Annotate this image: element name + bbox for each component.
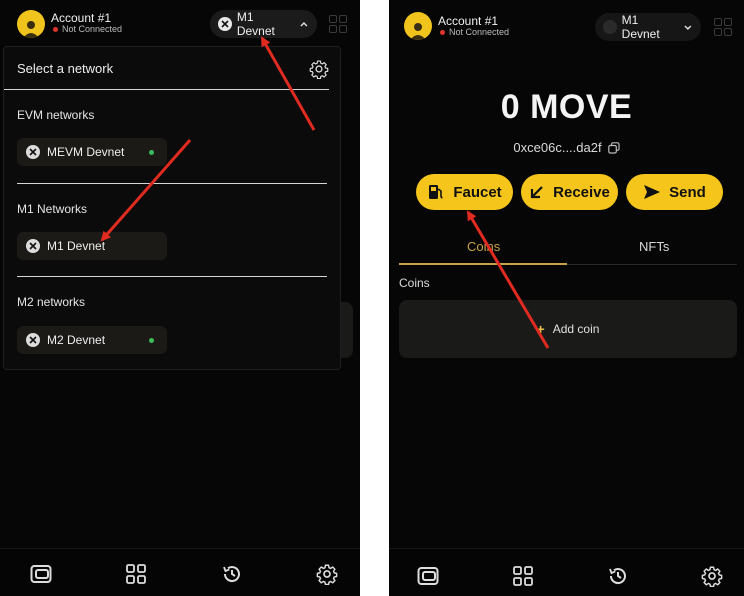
add-coin-label: Add coin — [552, 322, 600, 336]
coins-section-label: Coins — [399, 276, 430, 290]
network-dropdown: Select a network EVM networks MEVM Devne… — [3, 46, 341, 370]
network-item-mevm-devnet[interactable]: MEVM Devnet — [17, 138, 167, 166]
section-label-m1: M1 Networks — [17, 202, 88, 216]
online-status-dot — [149, 337, 154, 343]
copy-icon[interactable] — [607, 141, 620, 154]
tab-nfts[interactable]: NFTs — [639, 239, 669, 254]
arrow-down-left-icon — [531, 186, 543, 199]
section-label-m2: M2 networks — [17, 295, 86, 309]
dropdown-title: Select a network — [17, 61, 114, 76]
apps-grid-icon[interactable] — [329, 15, 347, 33]
section-divider — [17, 183, 327, 184]
wallet-icon[interactable] — [417, 565, 439, 587]
user-icon — [23, 21, 39, 38]
faucet-button[interactable]: Faucet — [416, 174, 513, 210]
settings-gear-icon[interactable] — [309, 59, 329, 79]
header: Account #1 Not Connected M1 Devnet — [0, 0, 360, 46]
fuel-pump-icon — [429, 185, 444, 199]
network-selector-label: M1 Devnet — [236, 10, 275, 38]
send-arrow-icon — [644, 185, 661, 199]
section-label-evm: EVM networks — [17, 108, 95, 122]
receive-label: Receive — [553, 183, 610, 201]
bottom-nav — [389, 548, 744, 596]
account-avatar[interactable] — [17, 10, 45, 38]
settings-gear-icon[interactable] — [316, 563, 338, 585]
apps-grid-icon[interactable] — [125, 563, 147, 585]
network-logo-icon — [26, 145, 40, 159]
history-icon[interactable] — [221, 563, 243, 585]
account-name: Account #1 — [51, 11, 112, 25]
receive-button[interactable]: Receive — [521, 174, 618, 210]
plus-icon: + — [536, 321, 545, 337]
tab-active-indicator — [399, 263, 567, 265]
send-label: Send — [669, 183, 706, 201]
balance-amount: 0 MOVE — [500, 88, 633, 126]
chevron-up-icon — [300, 21, 308, 27]
account-name: Account #1 — [438, 14, 499, 28]
header: Account #1 Not Connected M1 Devnet — [389, 0, 744, 46]
online-status-dot — [149, 149, 154, 155]
network-selector-label: M1 Devnet — [621, 13, 660, 41]
network-item-label: M2 Devnet — [47, 333, 106, 347]
send-button[interactable]: Send — [626, 174, 723, 210]
network-logo-icon — [26, 333, 40, 347]
network-selector-button[interactable]: M1 Devnet — [595, 13, 701, 41]
network-logo-icon — [218, 17, 232, 31]
chevron-down-icon — [684, 25, 692, 30]
connection-status: Not Connected — [53, 24, 122, 34]
status-dot-icon — [440, 29, 445, 35]
section-divider — [17, 276, 327, 277]
apps-grid-icon[interactable] — [512, 565, 534, 587]
network-item-m1-devnet[interactable]: M1 Devnet — [17, 232, 167, 260]
tab-coins[interactable]: Coins — [467, 239, 500, 254]
network-logo-icon — [603, 20, 617, 34]
network-item-label: MEVM Devnet — [47, 145, 125, 159]
connection-status: Not Connected — [440, 27, 509, 37]
bottom-nav — [0, 548, 360, 596]
network-logo-icon — [26, 239, 40, 253]
network-item-label: M1 Devnet — [47, 239, 106, 253]
account-avatar[interactable] — [404, 12, 432, 40]
status-dot-icon — [53, 26, 58, 32]
network-selector-button[interactable]: M1 Devnet — [210, 10, 317, 38]
wallet-address: 0xce06c....da2f — [389, 140, 744, 155]
add-coin-button[interactable]: + Add coin — [399, 300, 737, 358]
right-screen: Account #1 Not Connected M1 Devnet 0 MOV… — [389, 0, 744, 596]
network-item-m2-devnet[interactable]: M2 Devnet — [17, 326, 167, 354]
background-card — [341, 302, 353, 358]
header-divider — [4, 89, 329, 90]
user-icon — [410, 23, 426, 40]
wallet-address-text: 0xce06c....da2f — [513, 140, 602, 155]
apps-grid-icon[interactable] — [714, 18, 732, 36]
wallet-icon[interactable] — [30, 563, 52, 585]
connection-status-text: Not Connected — [449, 27, 510, 37]
left-screen: Account #1 Not Connected M1 Devnet Selec… — [0, 0, 360, 596]
history-icon[interactable] — [607, 565, 629, 587]
faucet-label: Faucet — [453, 183, 502, 201]
settings-gear-icon[interactable] — [701, 565, 723, 587]
connection-status-text: Not Connected — [62, 24, 123, 34]
